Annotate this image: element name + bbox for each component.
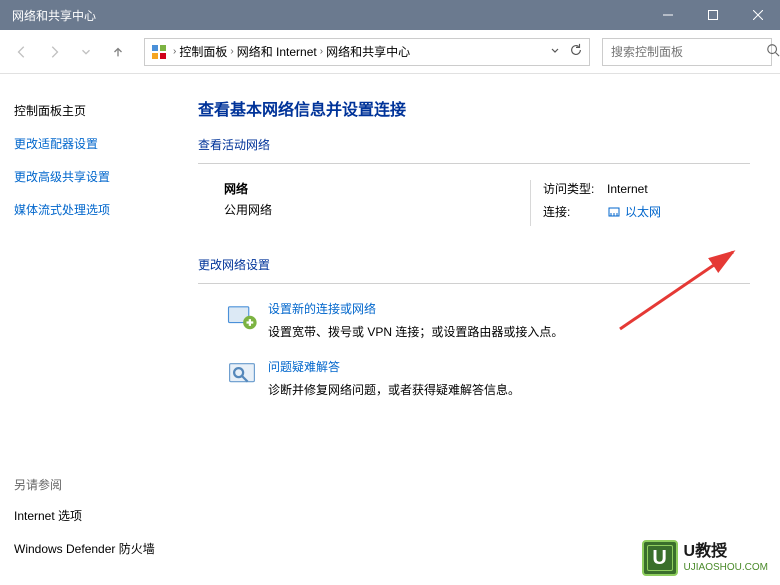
ethernet-icon: [607, 205, 621, 219]
chevron-right-icon: ›: [320, 46, 323, 57]
maximize-button[interactable]: [690, 0, 735, 30]
chevron-right-icon: ›: [230, 46, 233, 57]
see-also-internet-options[interactable]: Internet 选项: [14, 507, 180, 524]
setup-connection-link[interactable]: 设置新的连接或网络: [268, 300, 750, 317]
window-titlebar: 网络和共享中心: [0, 0, 780, 30]
divider: [198, 283, 750, 284]
setup-connection-icon: [224, 300, 260, 336]
watermark-name: U教授: [684, 542, 768, 561]
recent-dropdown[interactable]: [72, 38, 100, 66]
troubleshoot: 问题疑难解答 诊断并修复网络问题，或者获得疑难解答信息。: [198, 358, 750, 398]
chevron-right-icon: ›: [173, 46, 176, 57]
connection-label: 连接:: [543, 203, 607, 220]
network-type: 公用网络: [224, 201, 530, 218]
sidebar-item-media-streaming[interactable]: 媒体流式处理选项: [14, 201, 180, 218]
sidebar: 控制面板主页 更改适配器设置 更改高级共享设置 媒体流式处理选项 另请参阅 In…: [0, 74, 180, 585]
breadcrumb-item[interactable]: 控制面板: [179, 43, 227, 60]
minimize-button[interactable]: [645, 0, 690, 30]
access-type-label: 访问类型:: [543, 180, 607, 197]
window-controls: [645, 0, 780, 30]
breadcrumb-item[interactable]: 网络和 Internet: [237, 43, 317, 60]
watermark-url: UJIAOSHOU.COM: [684, 562, 768, 574]
forward-button[interactable]: [40, 38, 68, 66]
watermark-logo-icon: U: [642, 540, 678, 576]
troubleshoot-desc: 诊断并修复网络问题，或者获得疑难解答信息。: [268, 381, 750, 398]
up-button[interactable]: [104, 38, 132, 66]
search-icon[interactable]: [766, 43, 780, 60]
main-panel: 查看基本网络信息并设置连接 查看活动网络 网络 公用网络 访问类型: Inter…: [180, 74, 780, 585]
back-button[interactable]: [8, 38, 36, 66]
page-title: 查看基本网络信息并设置连接: [198, 96, 750, 120]
sidebar-home[interactable]: 控制面板主页: [14, 102, 180, 119]
address-dropdown-icon[interactable]: [549, 44, 561, 59]
network-name: 网络: [224, 180, 530, 197]
active-networks-label: 查看活动网络: [198, 136, 750, 153]
sidebar-item-advanced-sharing[interactable]: 更改高级共享设置: [14, 168, 180, 185]
divider: [198, 163, 750, 164]
content-area: 控制面板主页 更改适配器设置 更改高级共享设置 媒体流式处理选项 另请参阅 In…: [0, 74, 780, 585]
setup-new-connection: 设置新的连接或网络 设置宽带、拨号或 VPN 连接；或设置路由器或接入点。: [198, 300, 750, 340]
watermark: U U教授 UJIAOSHOU.COM: [636, 537, 774, 579]
sidebar-item-adapter-settings[interactable]: 更改适配器设置: [14, 135, 180, 152]
access-type-value: Internet: [607, 182, 648, 196]
change-settings-label: 更改网络设置: [198, 256, 750, 273]
toolbar: › 控制面板 › 网络和 Internet › 网络和共享中心: [0, 30, 780, 74]
see-also-label: 另请参阅: [14, 476, 180, 493]
control-panel-icon: [151, 44, 167, 60]
troubleshoot-link[interactable]: 问题疑难解答: [268, 358, 750, 375]
setup-connection-desc: 设置宽带、拨号或 VPN 连接；或设置路由器或接入点。: [268, 323, 750, 340]
search-box[interactable]: [602, 38, 772, 66]
troubleshoot-icon: [224, 358, 260, 394]
search-input[interactable]: [611, 45, 766, 59]
close-button[interactable]: [735, 0, 780, 30]
active-network: 网络 公用网络 访问类型: Internet 连接: 以太网: [198, 180, 750, 226]
breadcrumb: › 控制面板 › 网络和 Internet › 网络和共享中心: [173, 43, 549, 60]
connection-link[interactable]: 以太网: [625, 203, 661, 220]
refresh-icon[interactable]: [569, 43, 583, 60]
breadcrumb-item[interactable]: 网络和共享中心: [326, 43, 410, 60]
window-title: 网络和共享中心: [12, 7, 96, 24]
address-bar[interactable]: › 控制面板 › 网络和 Internet › 网络和共享中心: [144, 38, 590, 66]
see-also-defender-firewall[interactable]: Windows Defender 防火墙: [14, 540, 180, 557]
